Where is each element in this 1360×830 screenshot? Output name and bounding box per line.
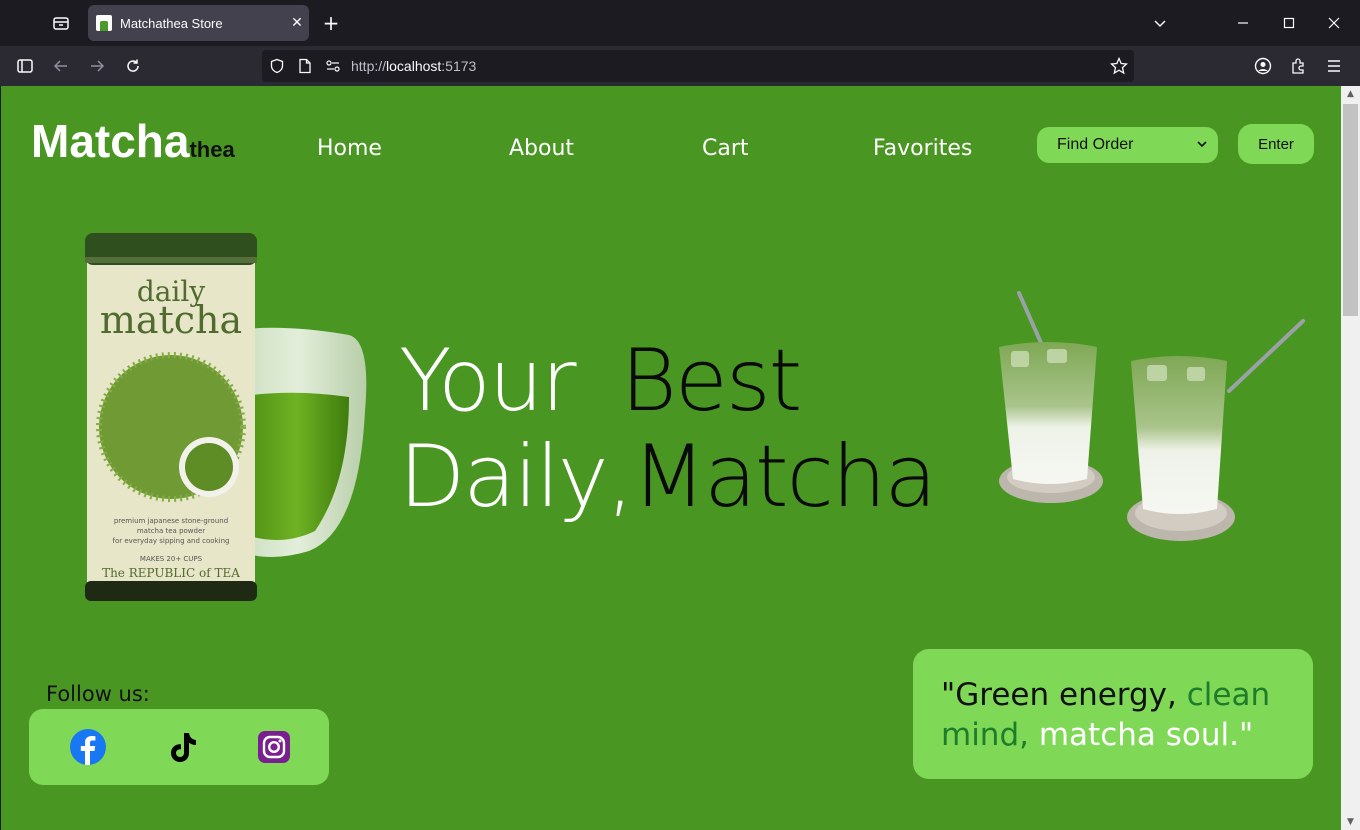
bookmark-star-icon[interactable] [1109,56,1129,76]
matcha-favicon-icon [96,15,112,31]
sidebar-toggle-icon[interactable] [12,53,38,79]
permissions-icon[interactable] [323,56,343,76]
close-window-icon[interactable] [1321,10,1347,36]
svg-text:matcha tea powder: matcha tea powder [137,527,205,535]
svg-text:matcha: matcha [100,298,242,342]
tiktok-icon[interactable] [163,729,199,765]
svg-text:for everyday sipping and cooki: for everyday sipping and cooking [113,537,230,545]
hero-word-your: Your [399,331,577,431]
follow-us-label: Follow us: [46,682,150,706]
page-scrollbar[interactable]: ▲ ▼ [1341,86,1360,830]
url-text[interactable]: http://localhost:5173 [351,58,476,74]
find-order-select-value: Find Order [1057,136,1134,153]
hero-word-best: Best [620,331,803,431]
svg-text:MAKES 20+ CUPS: MAKES 20+ CUPS [140,555,203,563]
quote-part-3: matcha soul." [1029,717,1254,754]
page-viewport: Matchathea Home About Cart Favorites Fin… [1,86,1341,830]
logo-main-text: Matcha [31,115,190,167]
page-document-icon[interactable] [295,56,315,76]
find-order-select[interactable]: Find Order [1037,127,1218,163]
quote-part-1: "Green energy, [941,677,1187,713]
chevron-down-icon [1197,141,1207,148]
maximize-icon[interactable] [1276,10,1302,36]
nav-about-link[interactable]: About [509,136,574,161]
instagram-icon[interactable] [256,729,292,765]
tab-list-icon[interactable] [48,10,74,36]
logo-sub-text: thea [189,137,235,162]
site-logo[interactable]: Matchathea [31,114,235,168]
svg-text:premium japanese stone-ground: premium japanese stone-ground [114,517,228,525]
browser-tab-bar: Matchathea Store ✕ + [0,0,1360,46]
hamburger-menu-icon[interactable] [1321,53,1347,79]
iced-matcha-latte-image [999,291,1305,541]
back-arrow-icon[interactable] [48,53,74,79]
browser-tab-active[interactable]: Matchathea Store ✕ [88,5,309,41]
hero-headline-line-2: Daily,Matcha [399,434,937,520]
forward-arrow-icon[interactable] [84,53,110,79]
hero-word-daily: Daily, [399,427,634,527]
account-icon[interactable] [1250,53,1276,79]
tab-title: Matchathea Store [120,15,223,31]
nav-home-link[interactable]: Home [317,136,382,161]
hero-word-matcha: Matcha [631,427,937,527]
scroll-down-arrow-icon[interactable]: ▼ [1341,814,1360,830]
browser-nav-bar: http://localhost:5173 [0,46,1360,86]
new-tab-icon[interactable]: + [318,10,344,36]
quote-card: "Green energy, clean mind, matcha soul." [913,649,1313,779]
minimize-icon[interactable] [1230,10,1256,36]
facebook-icon[interactable] [70,729,106,765]
extensions-icon[interactable] [1286,53,1312,79]
tab-close-icon[interactable]: ✕ [285,15,309,31]
shield-icon[interactable] [267,56,287,76]
svg-text:The REPUBLIC of TEA: The REPUBLIC of TEA [102,566,240,580]
nav-favorites-link[interactable]: Favorites [873,136,972,161]
list-all-tabs-icon[interactable] [1147,10,1173,36]
nav-cart-link[interactable]: Cart [702,136,749,161]
hero-headline-line-1: Your Best [399,338,802,424]
reload-icon[interactable] [120,53,146,79]
scroll-up-arrow-icon[interactable]: ▲ [1341,86,1360,102]
social-links-panel [29,709,329,785]
scroll-thumb[interactable] [1343,104,1358,316]
url-bar[interactable]: http://localhost:5173 [262,50,1134,82]
enter-button[interactable]: Enter [1238,124,1314,164]
matcha-tin-image: daily matcha premium japanese stone-grou… [85,233,367,601]
